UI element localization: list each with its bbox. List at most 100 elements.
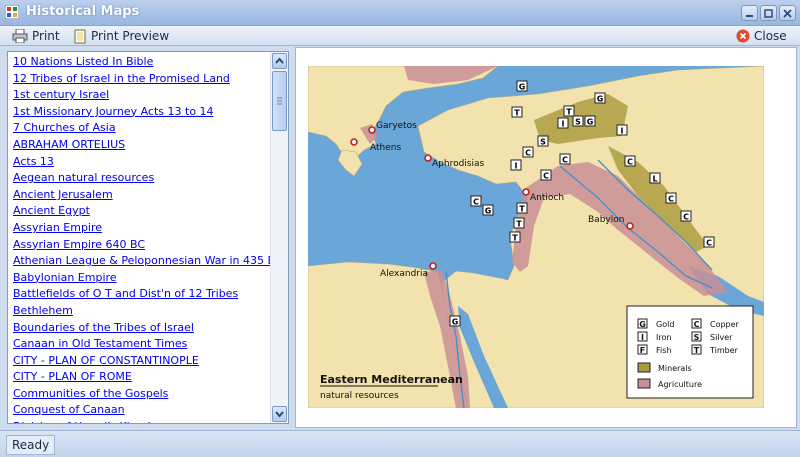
maximize-icon <box>764 9 773 18</box>
resource-marker-c8: C <box>703 236 715 248</box>
resource-marker-g3: G <box>584 115 596 127</box>
map-list-item[interactable]: Boundaries of the Tribes of Israel <box>13 320 273 337</box>
svg-text:G: G <box>587 118 594 127</box>
scroll-up-button[interactable] <box>272 53 287 69</box>
legend-code-g: G <box>639 320 646 329</box>
toolbar: Print Print Preview Close <box>0 26 800 46</box>
map-list-item[interactable]: ABRAHAM ORTELIUS <box>13 137 273 154</box>
map-list-item[interactable]: Athenian League & Peloponnesian War in 4… <box>13 253 288 270</box>
scroll-thumb[interactable] <box>272 71 287 131</box>
map-list-item[interactable]: Conquest of Canaan <box>13 402 273 419</box>
city-label-aphrodisias: Aphrodisias <box>432 159 485 169</box>
resource-marker-g1: G <box>516 80 528 92</box>
map-list-item[interactable]: 1st century Israel <box>13 87 273 104</box>
legend-code-t: T <box>694 346 700 355</box>
city-label-babylon: Babylon <box>588 215 624 225</box>
svg-text:C: C <box>525 149 531 158</box>
close-label: Close <box>754 29 787 43</box>
svg-text:T: T <box>512 234 518 243</box>
map-list-item[interactable]: Assyrian Empire 640 BC <box>13 237 273 254</box>
map-legend: G Gold C Copper I Iron S Silver F Fish T… <box>626 305 754 399</box>
chevron-down-icon <box>275 411 284 418</box>
legend-fish: Fish <box>656 346 671 355</box>
svg-text:G: G <box>519 83 526 92</box>
map-image: G G T T S G I I S C I C C C L C C G T T … <box>308 66 764 408</box>
city-dot-garyetos <box>368 126 376 134</box>
minimize-icon <box>746 15 753 17</box>
svg-text:C: C <box>683 213 689 222</box>
map-list-item[interactable]: Babylonian Empire <box>13 270 273 287</box>
map-list-item[interactable]: 7 Churches of Asia <box>13 120 273 137</box>
close-window-button[interactable] <box>779 5 796 21</box>
map-list-item[interactable]: Aegean natural resources <box>13 170 273 187</box>
resource-marker-c3: C <box>624 155 636 167</box>
map-list-item[interactable]: CITY - PLAN OF CONSTANTINOPLE <box>13 353 273 370</box>
map-list-item[interactable]: Ancient Jerusalem <box>13 187 273 204</box>
red-x-circle-icon <box>736 29 750 43</box>
svg-text:C: C <box>543 172 549 181</box>
legend-swatch-agriculture <box>637 378 651 389</box>
status-bar: Ready <box>0 430 800 457</box>
print-preview-label: Print Preview <box>91 29 170 43</box>
map-list-item[interactable]: Acts 13 <box>13 154 273 171</box>
map-list-item[interactable]: CITY - PLAN OF ROME <box>13 369 273 386</box>
resource-marker-t2: T <box>563 105 575 117</box>
map-list-item[interactable]: Division of Herod's Kingdom <box>13 419 273 423</box>
resource-marker-c6: C <box>470 195 482 207</box>
map-list-pane: 10 Nations Listed In Bible 12 Tribes of I… <box>7 51 289 424</box>
scroll-down-button[interactable] <box>272 406 287 422</box>
print-button[interactable]: Print <box>12 28 60 44</box>
legend-gold: Gold <box>656 320 674 329</box>
map-list-item[interactable]: Canaan in Old Testament Times <box>13 336 273 353</box>
minimize-button[interactable] <box>741 5 758 21</box>
grip-icon <box>277 97 282 105</box>
window-title: Historical Maps <box>26 4 140 19</box>
list-scrollbar[interactable] <box>270 52 288 423</box>
resource-marker-i2: I <box>616 124 628 136</box>
resource-marker-i1: I <box>557 117 569 129</box>
svg-text:C: C <box>627 158 633 167</box>
svg-text:I: I <box>515 162 518 171</box>
map-subtitle: natural resources <box>320 391 399 401</box>
legend-code-c: C <box>694 320 700 329</box>
map-list-item[interactable]: Assyrian Empire <box>13 220 273 237</box>
title-bar: Historical Maps <box>0 0 800 26</box>
resource-marker-s2: S <box>537 135 549 147</box>
resource-marker-l1: L <box>649 172 661 184</box>
resource-marker-t4: T <box>513 217 525 229</box>
map-list-item[interactable]: 12 Tribes of Israel in the Promised Land <box>13 71 273 88</box>
city-dot-antioch <box>522 188 530 196</box>
printer-icon <box>12 29 28 43</box>
city-dot-alexandria <box>429 262 437 270</box>
city-dot-aphrodisias <box>424 154 432 162</box>
resource-marker-c5: C <box>665 192 677 204</box>
resource-marker-s1: S <box>572 115 584 127</box>
svg-text:G: G <box>597 95 604 104</box>
print-preview-button[interactable]: Print Preview <box>74 28 169 44</box>
legend-timber: Timber <box>709 346 739 355</box>
map-list-item[interactable]: Communities of the Gospels <box>13 386 273 403</box>
resource-marker-i3: I <box>510 159 522 171</box>
resource-marker-g2: G <box>594 92 606 104</box>
svg-text:G: G <box>485 207 492 216</box>
map-list-item[interactable]: Ancient Egypt <box>13 203 273 220</box>
close-button[interactable]: Close <box>736 28 787 44</box>
chevron-up-icon <box>275 57 284 64</box>
map-list-item[interactable]: Bethlehem <box>13 303 273 320</box>
resource-marker-c2: C <box>559 153 571 165</box>
maximize-button[interactable] <box>760 5 777 21</box>
map-list-item[interactable]: 1st Missionary Journey Acts 13 to 14 <box>13 104 273 121</box>
legend-silver: Silver <box>710 333 733 342</box>
city-label-alexandria: Alexandria <box>380 269 428 279</box>
legend-code-f: F <box>640 346 645 355</box>
svg-text:T: T <box>516 220 522 229</box>
svg-text:C: C <box>562 156 568 165</box>
close-icon <box>783 9 792 18</box>
map-list-item[interactable]: Battlefields of O T and Dist'n of 12 Tri… <box>13 286 273 303</box>
legend-agriculture: Agriculture <box>658 380 702 389</box>
map-list-item[interactable]: 10 Nations Listed In Bible <box>13 54 273 71</box>
map-title: Eastern Mediterranean <box>320 373 463 386</box>
map-list: 10 Nations Listed In Bible 12 Tribes of I… <box>13 54 288 423</box>
svg-text:S: S <box>575 118 581 127</box>
city-dot-athens <box>350 138 358 146</box>
